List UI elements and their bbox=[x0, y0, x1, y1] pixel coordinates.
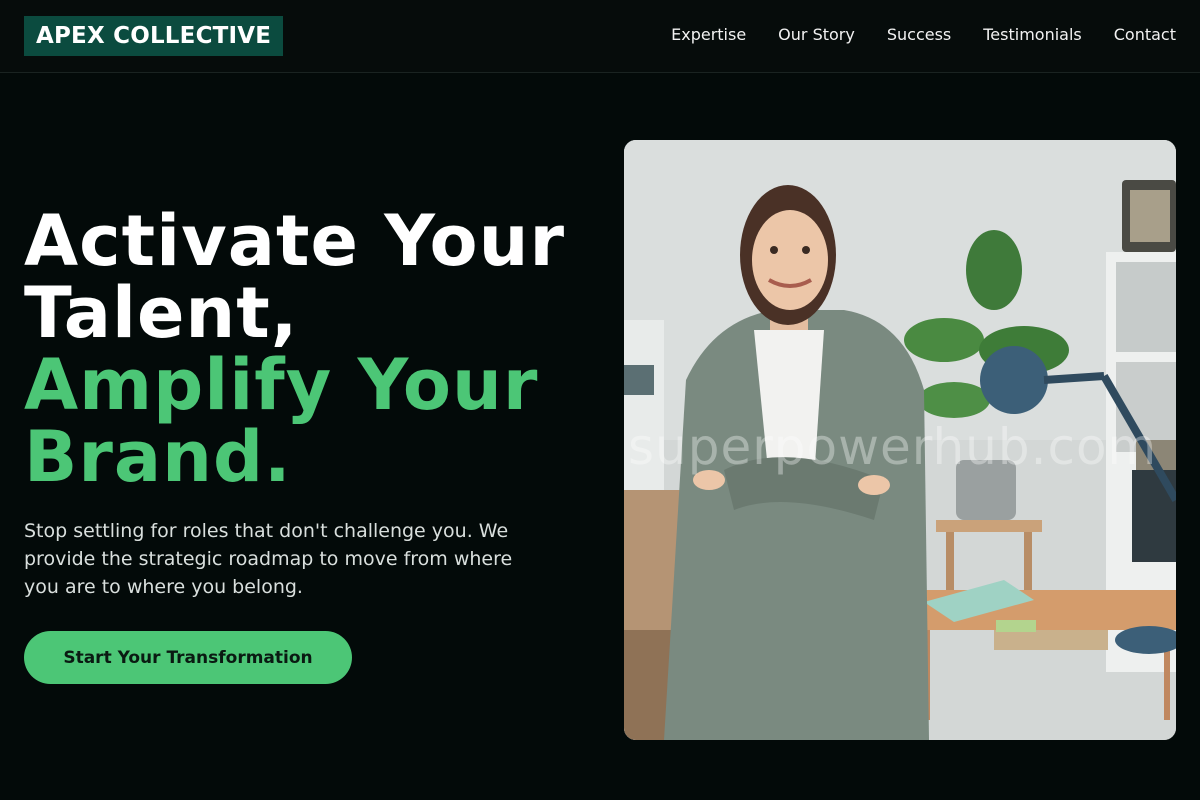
nav-link-testimonials[interactable]: Testimonials bbox=[983, 24, 1082, 46]
headline-accent-line-1: Amplify Your bbox=[24, 344, 539, 426]
hero-subtext: Stop settling for roles that don't chall… bbox=[24, 520, 513, 598]
nav-link-expertise[interactable]: Expertise bbox=[671, 24, 746, 46]
hero-photo: superpowerhub.com bbox=[624, 140, 1176, 740]
nav-link-contact[interactable]: Contact bbox=[1114, 24, 1176, 46]
nav-links: Expertise Our Story Success Testimonials… bbox=[671, 24, 1176, 46]
hero-headline: Activate Your Talent, Amplify Your Brand… bbox=[24, 205, 604, 493]
nav-link-success[interactable]: Success bbox=[887, 24, 951, 46]
start-transformation-button[interactable]: Start Your Transformation bbox=[24, 631, 352, 684]
headline-line-2: Talent, bbox=[24, 272, 299, 354]
nav-link-our-story[interactable]: Our Story bbox=[778, 24, 855, 46]
hero-text: Activate Your Talent, Amplify Your Brand… bbox=[24, 205, 604, 601]
navbar: APEX COLLECTIVE Expertise Our Story Succ… bbox=[0, 0, 1200, 73]
headline-accent-line-2: Brand. bbox=[24, 416, 292, 498]
photo-watermark: superpowerhub.com bbox=[628, 418, 1158, 476]
headline-line-1: Activate Your bbox=[24, 200, 566, 282]
brand-logo[interactable]: APEX COLLECTIVE bbox=[24, 16, 284, 56]
